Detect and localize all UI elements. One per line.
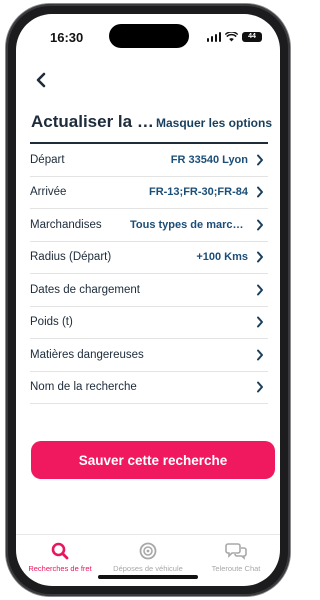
target-icon — [139, 542, 157, 560]
phone-frame: 16:30 44 Actualiser la recherche Masquer… — [6, 4, 290, 596]
filter-label: Poids (t) — [30, 316, 73, 329]
signal-icon — [206, 32, 221, 42]
chevron-right-icon — [257, 154, 263, 166]
page-header: Actualiser la recherche Masquer les opti… — [16, 106, 280, 140]
filter-value: Tous types de marchandises — [130, 218, 248, 231]
filter-row-marchandises[interactable]: Marchandises Tous types de marchandises — [30, 209, 268, 242]
filter-row-radius[interactable]: Radius (Départ) +100 Kms — [30, 242, 268, 274]
tab-label: Déposes de véhicule — [113, 564, 183, 573]
filter-row-depart[interactable]: Départ FR 33540 Lyon — [30, 144, 268, 177]
dynamic-island — [109, 24, 189, 48]
tab-freight-search[interactable]: Recherches de fret — [16, 535, 104, 586]
filter-label: Radius (Départ) — [30, 251, 112, 264]
filter-label: Dates de chargement — [30, 283, 140, 296]
wifi-icon — [225, 32, 238, 42]
tab-label: Teleroute Chat — [211, 564, 261, 573]
filter-row-poids[interactable]: Poids (t) — [30, 307, 268, 339]
filter-label: Arrivée — [30, 186, 67, 199]
filter-label: Matières dangereuses — [30, 348, 144, 361]
filter-label: Départ — [30, 153, 65, 166]
chevron-right-icon — [257, 284, 263, 296]
chevron-right-icon — [257, 219, 263, 231]
chevron-right-icon — [257, 316, 263, 328]
chevron-right-icon — [257, 251, 263, 263]
tab-chat[interactable]: Teleroute Chat — [192, 535, 280, 586]
chevron-right-icon — [257, 186, 263, 198]
search-icon — [51, 542, 69, 560]
battery-icon: 44 — [242, 32, 262, 42]
screen: 16:30 44 Actualiser la recherche Masquer… — [16, 14, 280, 586]
back-chevron-icon[interactable] — [32, 70, 52, 90]
filter-row-nom[interactable]: Nom de la recherche — [30, 372, 268, 404]
filter-row-dates[interactable]: Dates de chargement — [30, 274, 268, 307]
chat-icon — [225, 543, 247, 560]
status-time: 16:30 — [50, 30, 84, 45]
hide-options-link[interactable]: Masquer les options — [156, 116, 272, 130]
filter-value: +100 Kms — [196, 251, 248, 264]
filter-label: Nom de la recherche — [30, 381, 137, 394]
home-indicator — [98, 575, 198, 579]
status-icons: 44 — [206, 32, 262, 42]
filter-list: Départ FR 33540 Lyon Arrivée FR-13;FR-30… — [30, 142, 268, 404]
save-search-button[interactable]: Sauver cette recherche — [31, 441, 275, 479]
filter-value: FR 33540 Lyon — [170, 153, 248, 166]
filter-row-arrivee[interactable]: Arrivée FR-13;FR-30;FR-84 — [30, 177, 268, 209]
status-bar: 16:30 44 — [16, 14, 280, 60]
filter-row-matieres[interactable]: Matières dangereuses — [30, 339, 268, 372]
page-title: Actualiser la recherche — [31, 112, 159, 131]
tab-label: Recherches de fret — [28, 564, 92, 573]
chevron-right-icon — [257, 349, 263, 361]
chevron-right-icon — [257, 381, 263, 393]
filter-label: Marchandises — [30, 218, 102, 231]
filter-value: FR-13;FR-30;FR-84 — [148, 186, 248, 199]
